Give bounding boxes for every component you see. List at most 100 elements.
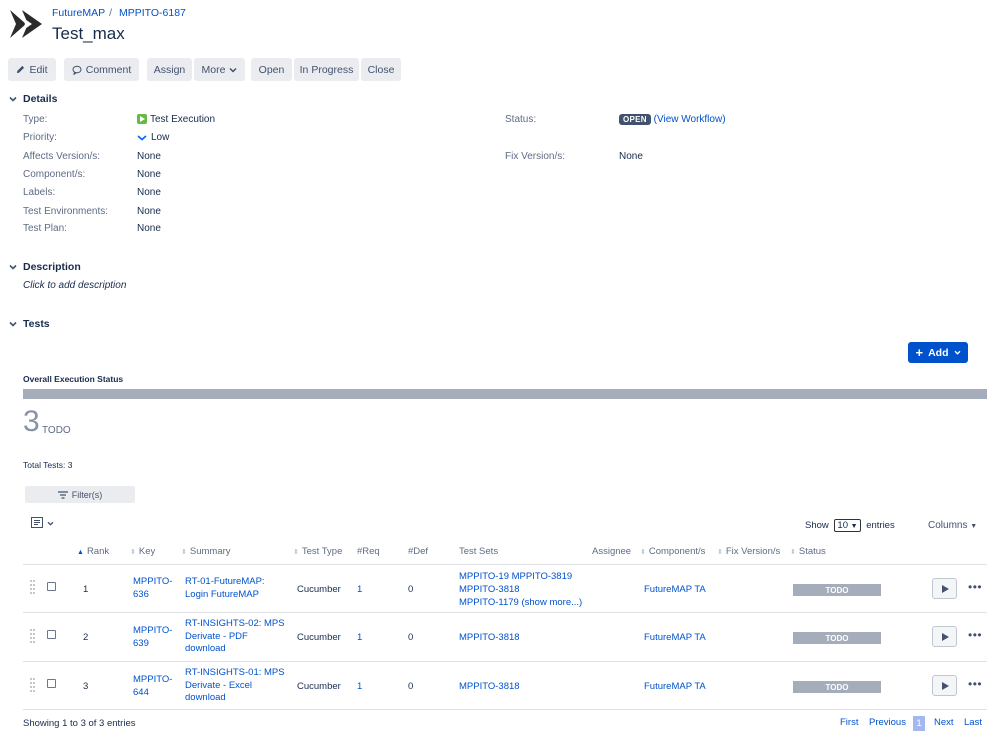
execute-test-button[interactable] [932, 578, 957, 599]
show-more-link[interactable]: (show more...) [521, 597, 582, 608]
in-progress-transition-button[interactable]: In Progress [294, 58, 359, 81]
details-toggle[interactable]: Details [9, 93, 57, 105]
description-placeholder[interactable]: Click to add description [23, 280, 126, 291]
drag-handle-icon[interactable] [30, 678, 36, 694]
project-logo-icon[interactable] [8, 8, 44, 40]
pager-next[interactable]: Next [934, 717, 954, 728]
close-transition-button[interactable]: Close [361, 58, 401, 81]
test-plan-value[interactable]: None [137, 223, 161, 234]
breadcrumb: FutureMAP / MPPITO-6187 [52, 7, 186, 19]
drag-handle-icon[interactable] [30, 580, 36, 596]
components-value[interactable]: None [137, 169, 161, 180]
row-checkbox[interactable] [47, 630, 56, 639]
test-environments-value[interactable]: None [137, 206, 161, 217]
row-summary-link[interactable]: RT-INSIGHTS-01: MPS Derivate - Excel dow… [185, 667, 285, 705]
status-label: Status: [505, 114, 537, 125]
sort-icon: ⬍ [640, 549, 646, 556]
row-actions-icon[interactable]: ••• [968, 677, 982, 691]
chevron-down-icon [9, 321, 17, 327]
row-key-link[interactable]: MPPITO-636 [133, 576, 177, 601]
sort-icon: ⬍ [181, 549, 187, 556]
sort-icon: ⬍ [790, 549, 796, 556]
columns-button[interactable]: Columns ▼ [928, 520, 977, 531]
execute-test-button[interactable] [932, 675, 957, 696]
row-key-link[interactable]: MPPITO-644 [133, 674, 177, 699]
row-req-link[interactable]: 1 [357, 681, 362, 692]
row-test-sets-link[interactable]: MPPITO-3818 [459, 584, 520, 595]
page-title: Test_max [52, 24, 125, 43]
row-component-link[interactable]: FutureMAP TA [644, 632, 706, 643]
description-toggle[interactable]: Description [9, 261, 81, 273]
execute-test-button[interactable] [932, 626, 957, 647]
priority-low-icon [137, 134, 147, 141]
key-header-label: Key [138, 546, 156, 557]
row-def: 0 [408, 584, 414, 595]
status-header-label: Status [798, 546, 826, 557]
row-component-link[interactable]: FutureMAP TA [644, 584, 706, 595]
chevron-down-icon: ▼ [850, 523, 858, 530]
comment-icon [72, 65, 82, 75]
row-actions-icon[interactable]: ••• [968, 580, 982, 594]
column-header-status[interactable]: ⬍ Status [790, 546, 826, 557]
column-header-test-type[interactable]: ⬍ Test Type [293, 546, 342, 557]
breadcrumb-issue-key[interactable]: MPPITO-6187 [119, 7, 186, 19]
priority-value-text: Low [151, 132, 170, 143]
table-row[interactable]: 3 MPPITO-644 RT-INSIGHTS-01: MPS Derivat… [0, 662, 999, 710]
labels-value[interactable]: None [137, 187, 161, 198]
overall-execution-label: Overall Execution Status [23, 374, 124, 384]
more-button[interactable]: More [194, 58, 245, 81]
row-req-link[interactable]: 1 [357, 584, 362, 595]
pager-first[interactable]: First [840, 717, 858, 728]
caret-down-icon: ▼ [970, 523, 978, 530]
fix-versions-value[interactable]: None [619, 151, 643, 162]
open-transition-button[interactable]: Open [251, 58, 292, 81]
row-key-link[interactable]: MPPITO-639 [133, 625, 177, 650]
row-test-sets-link[interactable]: MPPITO-3818 [459, 681, 520, 692]
edit-button[interactable]: Edit [8, 58, 56, 81]
column-header-rank[interactable]: ▲ Rank [77, 546, 109, 557]
sort-asc-icon: ▲ [77, 549, 84, 556]
column-header-def[interactable]: #Def [408, 546, 428, 557]
affects-versions-label: Affects Version/s: [23, 151, 101, 162]
pager-previous[interactable]: Previous [869, 717, 906, 728]
pager-current-page[interactable]: 1 [913, 716, 925, 731]
affects-versions-value[interactable]: None [137, 151, 161, 162]
add-tests-button[interactable]: + Add [908, 342, 968, 363]
chevron-down-icon [229, 67, 237, 73]
table-row[interactable]: 1 MPPITO-636 RT-01-FutureMAP: Login Futu… [0, 565, 999, 612]
column-header-summary[interactable]: ⬍ Summary [181, 546, 231, 557]
row-summary-link[interactable]: RT-INSIGHTS-02: MPS Derivate - PDF downl… [185, 618, 285, 656]
pager-last[interactable]: Last [964, 717, 982, 728]
chevron-down-icon [954, 350, 960, 355]
column-header-req[interactable]: #Req [357, 546, 380, 557]
column-header-fix-versions[interactable]: ⬍ Fix Version/s [717, 546, 780, 557]
row-test-sets-link[interactable]: MPPITO-1179 [459, 597, 519, 608]
row-test-type: Cucumber [297, 632, 341, 643]
column-header-key[interactable]: ⬍ Key [130, 546, 155, 557]
row-req-link[interactable]: 1 [357, 632, 362, 643]
row-checkbox[interactable] [47, 582, 56, 591]
row-test-sets-link[interactable]: MPPITO-19 MPPITO-3819 [459, 571, 572, 582]
row-actions-icon[interactable]: ••• [968, 628, 982, 642]
row-component-link[interactable]: FutureMAP TA [644, 681, 706, 692]
breadcrumb-project[interactable]: FutureMAP [52, 7, 105, 19]
column-header-test-sets[interactable]: Test Sets [459, 546, 498, 557]
row-test-sets-link[interactable]: MPPITO-3818 [459, 632, 520, 643]
row-summary-link[interactable]: RT-01-FutureMAP: Login FutureMAP [185, 576, 285, 601]
drag-handle-icon[interactable] [30, 629, 36, 645]
sort-icon: ⬍ [130, 549, 136, 556]
page-size-select[interactable]: 10 ▼ [834, 519, 861, 532]
tests-toggle[interactable]: Tests [9, 318, 50, 330]
table-row[interactable]: 2 MPPITO-639 RT-INSIGHTS-02: MPS Derivat… [0, 613, 999, 661]
column-header-components[interactable]: ⬍ Component/s [640, 546, 705, 557]
view-options-button[interactable] [31, 517, 54, 529]
comment-button[interactable]: Comment [64, 58, 139, 81]
filters-button[interactable]: Filter(s) [25, 486, 135, 503]
assign-button[interactable]: Assign [147, 58, 192, 81]
column-header-assignee[interactable]: Assignee [592, 546, 631, 557]
view-workflow-link[interactable]: (View Workflow) [654, 114, 726, 125]
row-checkbox[interactable] [47, 679, 56, 688]
row-rank: 2 [83, 632, 89, 643]
filters-label: Filter(s) [71, 489, 103, 500]
status-badge: OPEN [619, 114, 651, 125]
